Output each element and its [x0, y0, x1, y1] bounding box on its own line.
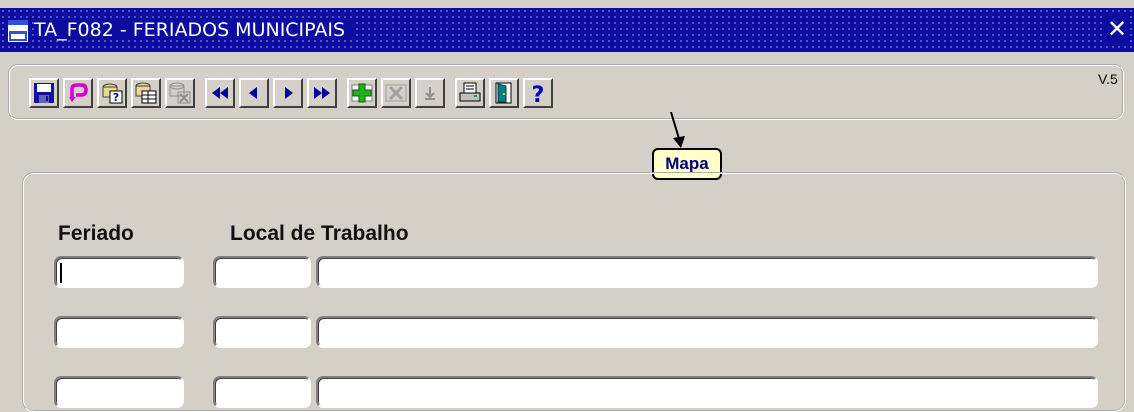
svg-text:?: ?: [532, 83, 545, 105]
insert-record-button[interactable]: [347, 78, 377, 108]
plus-icon: [351, 83, 373, 103]
feriado-field[interactable]: [54, 256, 184, 288]
last-record-button[interactable]: [307, 78, 337, 108]
version-label: V.5: [1098, 71, 1118, 87]
text-caret: [60, 263, 62, 283]
cancel-query-icon: [169, 82, 191, 104]
svg-text:?: ?: [113, 91, 119, 104]
floppy-disk-icon: [34, 83, 54, 103]
help-button[interactable]: ?: [523, 78, 553, 108]
save-button[interactable]: [29, 78, 59, 108]
delete-record-button[interactable]: [381, 78, 411, 108]
local-description-field[interactable]: [316, 256, 1098, 288]
previous-record-button[interactable]: [239, 78, 269, 108]
tooltip-pointer-arrow: [670, 112, 685, 148]
column-header-feriado: Feriado: [58, 222, 134, 245]
exit-button[interactable]: [489, 78, 519, 108]
local-description-field[interactable]: [316, 376, 1098, 408]
form-window-icon: [8, 20, 28, 42]
feriado-field[interactable]: [54, 376, 184, 408]
exit-door-icon: [495, 82, 512, 104]
local-code-field[interactable]: [213, 316, 311, 348]
printer-icon: [459, 82, 481, 102]
double-right-arrow-icon: [314, 87, 330, 99]
column-header-local-trabalho: Local de Trabalho: [230, 222, 409, 245]
undo-arrow-icon: [69, 83, 88, 102]
left-arrow-icon: [249, 87, 257, 99]
print-button[interactable]: [455, 78, 485, 108]
duplicate-record-button[interactable]: [415, 78, 445, 108]
delete-x-icon: [385, 84, 407, 102]
window-title: TA_F082 - FERIADOS MUNICIPAIS: [34, 20, 354, 40]
local-code-field[interactable]: [213, 376, 311, 408]
question-mark-icon: ?: [532, 83, 545, 105]
cancel-query-button[interactable]: [165, 78, 195, 108]
undo-button[interactable]: [63, 78, 93, 108]
feriado-field[interactable]: [54, 316, 184, 348]
close-icon[interactable]: ✕: [1106, 16, 1128, 42]
execute-query-button[interactable]: [131, 78, 161, 108]
down-arrow-icon: [425, 87, 435, 100]
first-record-button[interactable]: [205, 78, 235, 108]
next-record-button[interactable]: [273, 78, 303, 108]
enter-query-button[interactable]: ?: [97, 78, 127, 108]
query-help-icon: ?: [102, 83, 123, 104]
right-arrow-icon: [285, 87, 293, 99]
local-description-field[interactable]: [316, 316, 1098, 348]
double-left-arrow-icon: [212, 87, 228, 99]
execute-query-icon: [135, 82, 157, 104]
local-code-field[interactable]: [213, 256, 311, 288]
